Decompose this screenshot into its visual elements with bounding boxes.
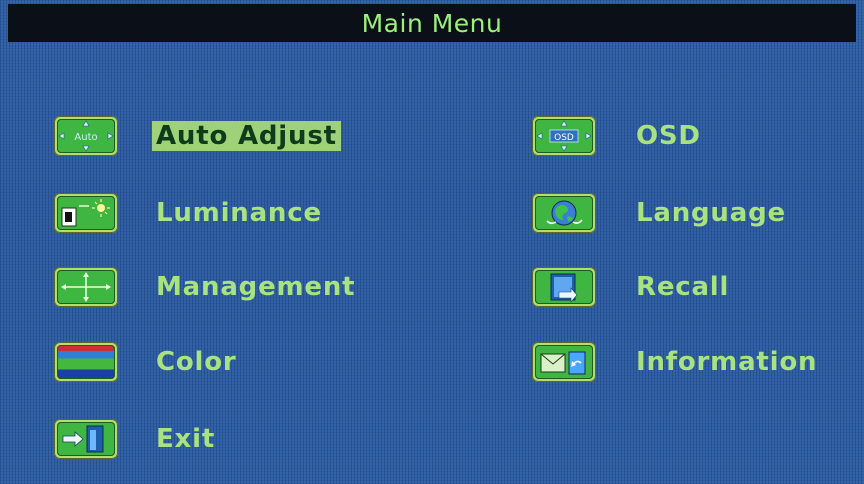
menu-item-information[interactable]: Information xyxy=(532,339,817,385)
menu-item-label: Luminance xyxy=(156,198,322,228)
menu-item-label: Language xyxy=(636,198,786,228)
recall-icon xyxy=(532,267,596,307)
menu-item-exit[interactable]: Exit xyxy=(54,416,215,462)
luminance-icon xyxy=(54,193,118,233)
auto-adjust-icon: Auto xyxy=(54,116,118,156)
menu-item-label: Recall xyxy=(636,272,730,302)
title-bar: Main Menu xyxy=(8,4,856,42)
menu-item-label: Auto Adjust xyxy=(152,121,341,151)
exit-icon xyxy=(54,419,118,459)
osd-screen: Main Menu Auto Auto Adjust Luminance Man… xyxy=(0,0,864,484)
menu-item-osd[interactable]: OSD OSD xyxy=(532,113,701,159)
menu-item-management[interactable]: Management xyxy=(54,264,355,310)
menu-item-auto-adjust[interactable]: Auto Auto Adjust xyxy=(54,113,341,159)
information-icon xyxy=(532,342,596,382)
menu-title: Main Menu xyxy=(361,8,503,38)
menu-item-luminance[interactable]: Luminance xyxy=(54,190,322,236)
menu-item-recall[interactable]: Recall xyxy=(532,264,729,310)
auto-icon-text: Auto xyxy=(74,132,97,143)
osd-icon: OSD xyxy=(532,116,596,156)
osd-icon-text: OSD xyxy=(554,133,574,143)
language-icon xyxy=(532,193,596,233)
menu-item-label: OSD xyxy=(636,121,701,151)
menu-item-label: Color xyxy=(156,347,237,377)
menu-item-label: Management xyxy=(156,272,356,302)
menu-item-language[interactable]: Language xyxy=(532,190,786,236)
color-icon xyxy=(54,342,118,382)
menu-item-label: Exit xyxy=(156,424,216,454)
menu-item-color[interactable]: Color xyxy=(54,339,237,385)
management-icon xyxy=(54,267,118,307)
menu-item-label: Information xyxy=(636,347,818,377)
